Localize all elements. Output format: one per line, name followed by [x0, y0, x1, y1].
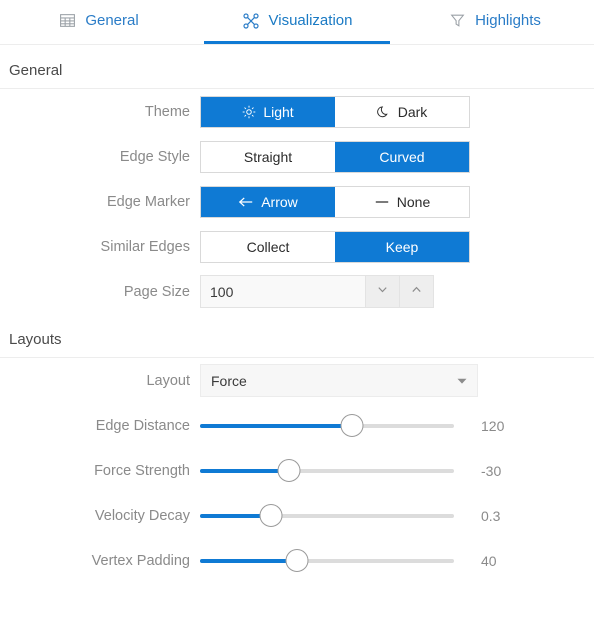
dash-icon: [374, 195, 390, 209]
tab-visualization[interactable]: Visualization: [198, 0, 396, 44]
edge-marker-option-none[interactable]: None: [335, 186, 469, 217]
vertex-padding-slider[interactable]: [200, 545, 454, 577]
force-strength-slider[interactable]: [200, 455, 454, 487]
arrow-left-icon: [238, 195, 254, 209]
label-similar-edges: Similar Edges: [100, 238, 190, 255]
row-edge-style: Edge Style Straight Curved: [0, 134, 594, 179]
edge-marker-option-arrow[interactable]: Arrow: [201, 186, 335, 217]
similar-edges-option-keep-label: Keep: [385, 238, 419, 255]
moon-icon: [376, 105, 391, 119]
theme-option-dark-label: Dark: [397, 103, 428, 120]
label-theme: Theme: [144, 103, 190, 120]
tab-general[interactable]: General: [0, 0, 198, 44]
edge-style-option-straight-label: Straight: [243, 148, 293, 165]
label-vertex-padding: Vertex Padding: [91, 552, 190, 569]
edge-marker-option-arrow-label: Arrow: [261, 193, 298, 210]
velocity-decay-slider[interactable]: [200, 500, 454, 532]
graph-icon: [242, 12, 260, 30]
label-edge-distance: Edge Distance: [95, 417, 190, 434]
similar-edges-option-collect[interactable]: Collect: [201, 231, 335, 262]
tab-general-label: General: [85, 12, 139, 29]
slider-fill: [200, 423, 353, 428]
velocity-decay-value: 0.3: [481, 507, 501, 524]
tab-bar: General Visualization Highlights: [0, 0, 594, 45]
edge-style-option-straight[interactable]: Straight: [201, 141, 335, 172]
row-vertex-padding: Vertex Padding 40: [0, 538, 594, 583]
theme-toggle-group: Light Dark: [200, 95, 470, 128]
page-size-increment-button[interactable]: [399, 276, 433, 307]
row-force-strength: Force Strength -30: [0, 448, 594, 493]
page-size-decrement-button[interactable]: [365, 276, 399, 307]
edge-style-option-curved[interactable]: Curved: [335, 141, 469, 172]
tab-highlights-label: Highlights: [475, 12, 541, 29]
label-page-size: Page Size: [123, 283, 190, 300]
row-page-size: Page Size 100: [0, 269, 594, 314]
visualization-settings-panel: General Visualization Highlights General…: [0, 0, 594, 617]
similar-edges-option-collect-label: Collect: [246, 238, 290, 255]
theme-option-light[interactable]: Light: [201, 96, 335, 127]
tab-visualization-label: Visualization: [268, 12, 353, 29]
label-force-strength: Force Strength: [94, 462, 190, 479]
edge-style-toggle-group: Straight Curved: [200, 140, 470, 173]
similar-edges-option-keep[interactable]: Keep: [335, 231, 469, 262]
row-velocity-decay: Velocity Decay 0.3: [0, 493, 594, 538]
row-edge-distance: Edge Distance 120: [0, 403, 594, 448]
edge-style-option-curved-label: Curved: [379, 148, 425, 165]
slider-thumb[interactable]: [259, 504, 283, 527]
row-layout: Layout Force: [0, 358, 594, 403]
theme-option-light-label: Light: [263, 103, 294, 120]
slider-fill: [200, 558, 297, 563]
page-size-field: 100: [200, 275, 434, 308]
sun-icon: [242, 105, 256, 119]
label-layout: Layout: [146, 372, 190, 389]
caret-down-icon: [456, 375, 468, 387]
tab-highlights[interactable]: Highlights: [396, 0, 594, 44]
edge-marker-toggle-group: Arrow None: [200, 185, 470, 218]
chevron-up-icon: [410, 283, 423, 301]
slider-fill: [200, 468, 289, 473]
theme-option-dark[interactable]: Dark: [335, 96, 469, 127]
similar-edges-toggle-group: Collect Keep: [200, 230, 470, 263]
edge-distance-value: 120: [481, 417, 505, 434]
edge-distance-slider[interactable]: [200, 410, 454, 442]
edge-marker-option-none-label: None: [396, 193, 431, 210]
slider-thumb[interactable]: [340, 414, 364, 437]
label-edge-marker: Edge Marker: [106, 193, 190, 210]
section-title-layouts: Layouts: [9, 331, 62, 348]
label-velocity-decay: Velocity Decay: [94, 507, 190, 524]
chevron-down-icon: [376, 283, 389, 301]
row-similar-edges: Similar Edges Collect Keep: [0, 224, 594, 269]
slider-thumb[interactable]: [277, 459, 301, 482]
page-size-input[interactable]: 100: [201, 276, 365, 307]
label-edge-style: Edge Style: [119, 148, 190, 165]
vertex-padding-value: 40: [481, 552, 497, 569]
force-strength-value: -30: [481, 462, 502, 479]
table-icon: [59, 12, 76, 29]
layout-select[interactable]: Force: [200, 364, 478, 397]
slider-thumb[interactable]: [285, 549, 309, 572]
layout-select-value: Force: [211, 372, 247, 389]
section-title-general: General: [9, 62, 63, 79]
row-theme: Theme Light Dark: [0, 89, 594, 134]
funnel-icon: [449, 12, 466, 29]
row-edge-marker: Edge Marker Arrow None: [0, 179, 594, 224]
